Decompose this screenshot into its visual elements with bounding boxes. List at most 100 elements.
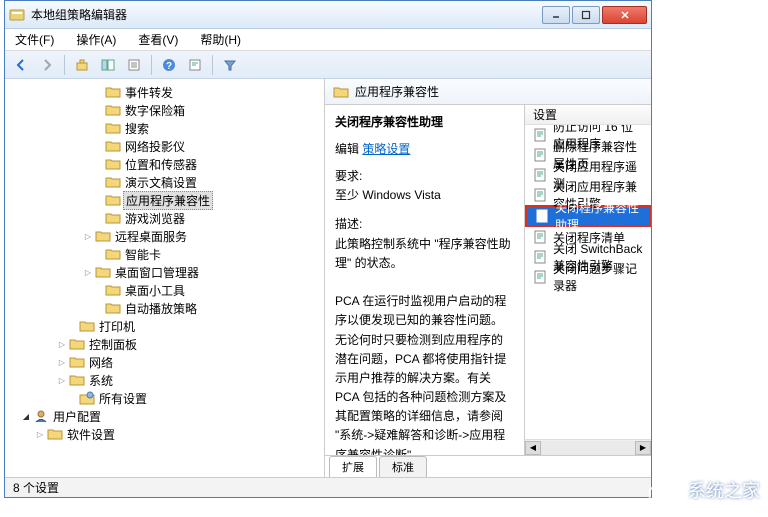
status-bar: 8 个设置 [5,477,651,497]
folder-icon [105,211,121,225]
tree-item[interactable]: 桌面窗口管理器 [5,263,324,281]
maximize-button[interactable] [572,6,600,24]
policy-list-item[interactable]: 关闭问题步骤记录器 [525,267,651,287]
export-button[interactable] [183,54,207,76]
folder-icon [105,247,121,261]
tree-item[interactable]: 所有设置 [5,389,324,407]
tree-item[interactable]: 应用程序兼容性 [5,191,324,209]
detail-pane: 应用程序兼容性 关闭程序兼容性助理 编辑 策略设置 要求: 至少 Windows… [325,79,651,477]
tree-item[interactable]: 位置和传感器 [5,155,324,173]
minimize-button[interactable] [542,6,570,24]
tree-item-label: 应用程序兼容性 [123,191,213,210]
chevron-right-icon[interactable] [57,375,67,385]
tree-item-label: 桌面小工具 [123,282,187,299]
toolbar-separator [151,55,152,75]
properties-button[interactable] [122,54,146,76]
detail-header-title: 应用程序兼容性 [355,83,439,100]
chevron-down-icon[interactable] [21,411,31,421]
policy-icon [533,250,547,264]
policy-icon [535,209,549,223]
tree-item[interactable]: 打印机 [5,317,324,335]
tree-pane[interactable]: 事件转发数字保险箱搜索网络投影仪位置和传感器演示文稿设置应用程序兼容性游戏浏览器… [5,79,325,477]
tree-item[interactable]: 智能卡 [5,245,324,263]
horizontal-scrollbar[interactable]: ◀ ▶ [525,439,651,455]
tree-item-label: 桌面窗口管理器 [113,264,201,281]
list-header-setting[interactable]: 设置 [525,105,651,125]
scroll-left-icon[interactable]: ◀ [525,441,541,455]
menu-file[interactable]: 文件(F) [11,29,58,50]
up-button[interactable] [70,54,94,76]
app-icon [9,7,25,23]
tree-item[interactable]: 事件转发 [5,83,324,101]
description-label: 描述: [335,217,362,231]
policy-icon [533,128,547,142]
folder-icon [79,319,95,333]
folder-icon [105,103,121,117]
toolbar: ? [5,51,651,79]
policy-list-item[interactable]: 关闭程序兼容性助理 [525,205,651,227]
tree-item[interactable]: 自动播放策略 [5,299,324,317]
folder-icon [69,337,85,351]
filter-button[interactable] [218,54,242,76]
folder-icon [33,409,49,423]
back-button[interactable] [9,54,33,76]
menu-help[interactable]: 帮助(H) [196,29,245,50]
tab-standard[interactable]: 标准 [379,456,427,477]
watermark-text: 系统之家 [688,477,760,503]
folder-icon [47,427,63,441]
tree-item[interactable]: 远程桌面服务 [5,227,324,245]
description-column: 关闭程序兼容性助理 编辑 策略设置 要求: 至少 Windows Vista 描… [325,105,525,455]
tab-extended[interactable]: 扩展 [329,456,377,477]
scroll-right-icon[interactable]: ▶ [635,441,651,455]
tree-item[interactable]: 软件设置 [5,425,324,443]
tree-item[interactable]: 用户配置 [5,407,324,425]
tree-item-label: 控制面板 [87,336,139,353]
status-text: 8 个设置 [13,479,59,496]
folder-icon [105,283,121,297]
tree-item[interactable]: 桌面小工具 [5,281,324,299]
policy-icon [533,230,547,244]
folder-icon [105,175,121,189]
tree-item-label: 软件设置 [65,426,117,443]
tree-item-label: 演示文稿设置 [123,174,199,191]
tree-item[interactable]: 搜索 [5,119,324,137]
help-button[interactable]: ? [157,54,181,76]
tree-item-label: 数字保险箱 [123,102,187,119]
tree-item[interactable]: 网络投影仪 [5,137,324,155]
tree-item[interactable]: 演示文稿设置 [5,173,324,191]
settings-list[interactable]: 防止访问 16 位应用程序删除程序兼容性属性页关闭应用程序遥测关闭应用程序兼容性… [525,125,651,439]
policy-label: 关闭问题步骤记录器 [553,260,643,294]
tree-item-label: 事件转发 [123,84,175,101]
edit-policy-link[interactable]: 策略设置 [362,142,410,156]
tree-item[interactable]: 游戏浏览器 [5,209,324,227]
tree-item-label: 系统 [87,372,115,389]
menu-action[interactable]: 操作(A) [72,29,120,50]
folder-icon [105,85,121,99]
tree-item[interactable]: 系统 [5,371,324,389]
chevron-right-icon[interactable] [35,429,45,439]
tree-item-label: 位置和传感器 [123,156,199,173]
tree-item[interactable]: 数字保险箱 [5,101,324,119]
chevron-right-icon[interactable] [57,339,67,349]
svg-text:?: ? [166,61,172,72]
chevron-right-icon[interactable] [83,267,93,277]
folder-icon [105,157,121,171]
policy-icon [533,270,547,284]
policy-icon [533,148,547,162]
close-button[interactable] [602,6,647,24]
forward-button[interactable] [35,54,59,76]
toolbar-separator [64,55,65,75]
policy-title: 关闭程序兼容性助理 [335,113,514,130]
edit-prefix: 编辑 [335,142,359,156]
tree-item[interactable]: 控制面板 [5,335,324,353]
folder-icon [105,193,121,207]
toolbar-separator [212,55,213,75]
tree-item[interactable]: 网络 [5,353,324,371]
show-hide-tree-button[interactable] [96,54,120,76]
tree-item-label: 游戏浏览器 [123,210,187,227]
policy-icon [533,168,547,182]
menu-view[interactable]: 查看(V) [134,29,182,50]
chevron-right-icon[interactable] [83,231,93,241]
tree-item-label: 打印机 [97,318,137,335]
chevron-right-icon[interactable] [57,357,67,367]
